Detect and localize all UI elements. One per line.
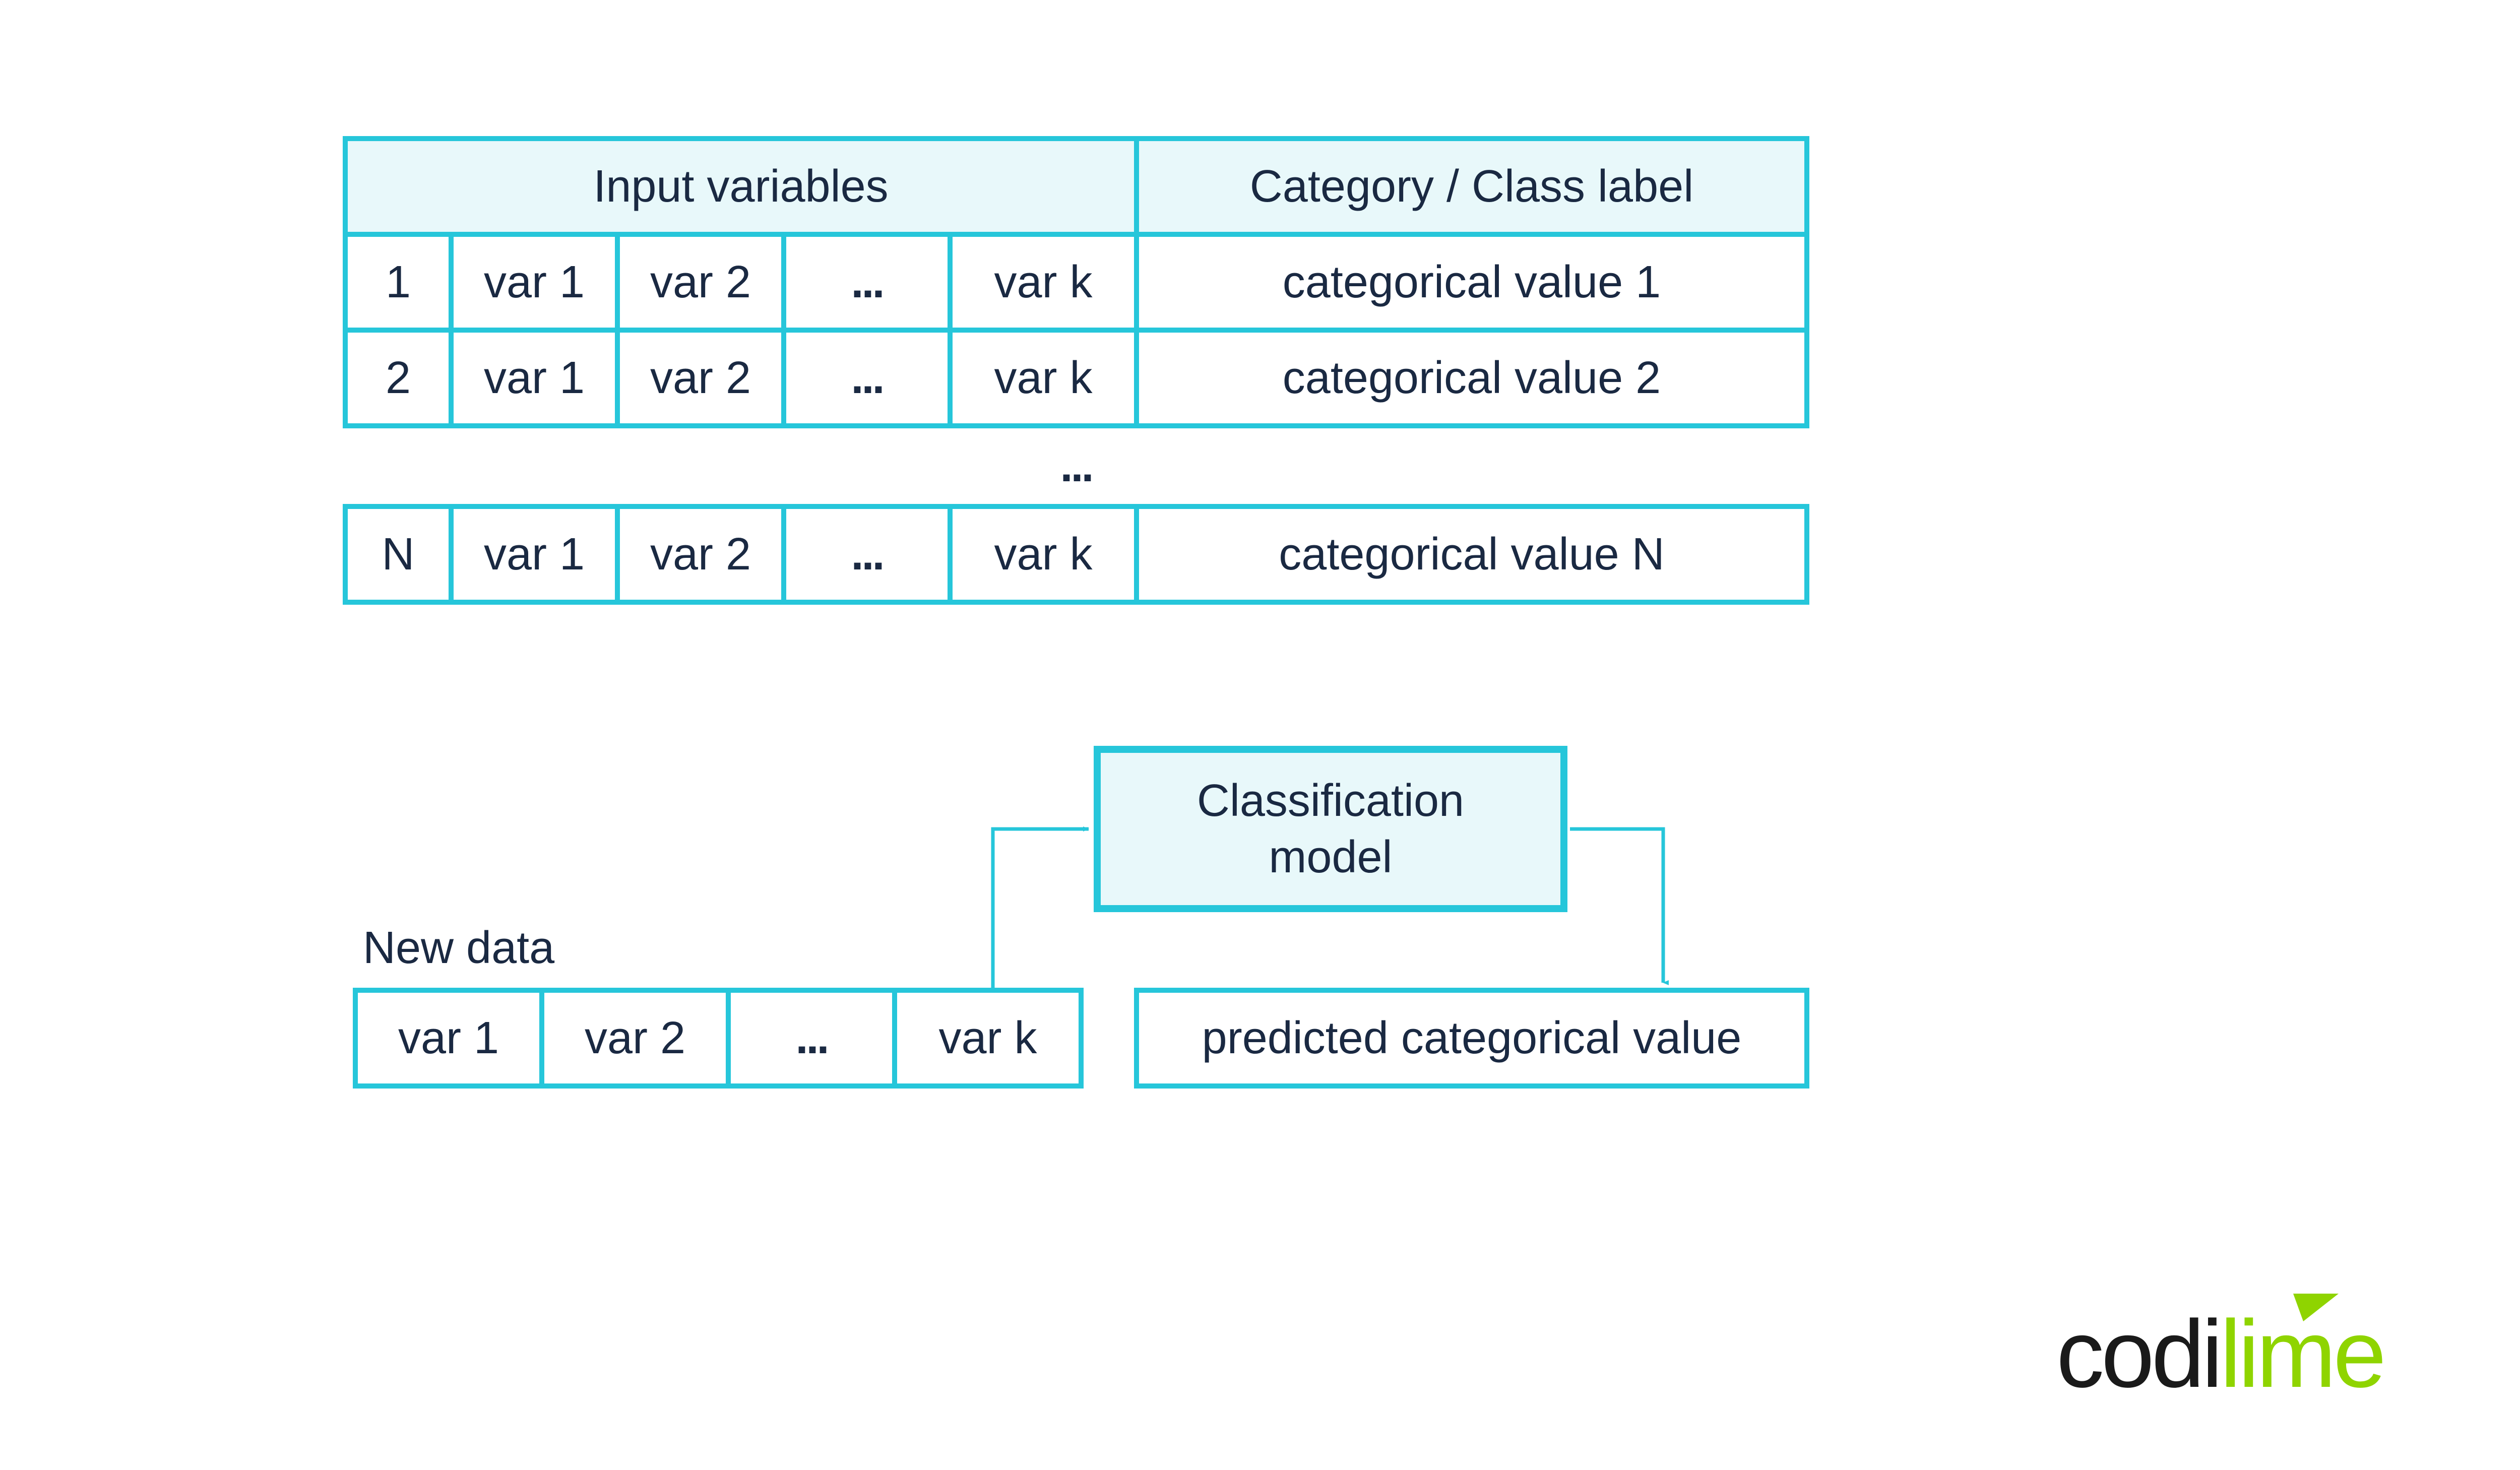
table-row: ... — [781, 232, 953, 333]
var-cell: var 2 — [650, 529, 751, 581]
table-row: var 2 — [615, 328, 786, 428]
var-cell: var k — [994, 257, 1092, 308]
table-row: var k — [948, 504, 1139, 605]
model-label-1: Classification — [1197, 773, 1464, 829]
table-row: var 1 — [449, 232, 620, 333]
codilime-logo-icon: codilime — [2056, 1286, 2460, 1417]
class-cell: categorical value N — [1279, 529, 1664, 581]
svg-text:codilime: codilime — [2056, 1301, 2383, 1408]
brand-logo: codilime — [2056, 1286, 2460, 1420]
var-cell: var k — [938, 1012, 1037, 1064]
model-label-2: model — [1197, 829, 1464, 886]
predicted-output-box: predicted categorical value — [1134, 988, 1809, 1089]
var-cell: var k — [994, 352, 1092, 404]
var-cell: var 2 — [585, 1012, 685, 1064]
arrow-model-to-output — [1562, 821, 1683, 993]
table-header-class: Category / Class label — [1134, 136, 1809, 237]
newdata-var-cell: var 2 — [539, 988, 731, 1089]
table-row: 1 — [343, 232, 454, 333]
class-cell: categorical value 2 — [1283, 352, 1661, 404]
var-cell: var 1 — [398, 1012, 499, 1064]
table-row: var 2 — [615, 504, 786, 605]
brand-part2: lime — [2220, 1301, 2383, 1408]
table-gap-ellipsis: ... — [343, 428, 1809, 504]
row-index: N — [382, 529, 415, 581]
table-row: categorical value N — [1134, 504, 1809, 605]
var-cell-ellipsis: ... — [851, 352, 883, 404]
var-cell: var 2 — [650, 257, 751, 308]
var-cell: var 1 — [484, 352, 585, 404]
newdata-var-cell: var k — [892, 988, 1084, 1089]
diagram-stage: Input variables Category / Class label 1… — [0, 0, 2520, 1470]
table-row: var 1 — [449, 504, 620, 605]
table-row: 2 — [343, 328, 454, 428]
new-data-heading: New data — [363, 922, 554, 974]
table-row: var k — [948, 328, 1139, 428]
var-cell-ellipsis: ... — [851, 529, 883, 581]
class-cell: categorical value 1 — [1283, 257, 1661, 308]
table-header-input: Input variables — [343, 136, 1139, 237]
table-row: var 2 — [615, 232, 786, 333]
var-cell: var 1 — [484, 529, 585, 581]
var-cell-ellipsis: ... — [851, 257, 883, 308]
table-header-class-label: Category / Class label — [1250, 161, 1693, 213]
var-cell: var k — [994, 529, 1092, 581]
classification-model-box: Classification model — [1094, 746, 1567, 912]
newdata-var-cell: ... — [726, 988, 897, 1089]
table-row: categorical value 2 — [1134, 328, 1809, 428]
predicted-output-label: predicted categorical value — [1202, 1012, 1742, 1064]
var-cell-ellipsis: ... — [795, 1012, 827, 1064]
table-row: var k — [948, 232, 1139, 333]
brand-part1: codi — [2056, 1301, 2220, 1408]
table-row: var 1 — [449, 328, 620, 428]
table-row: ... — [781, 504, 953, 605]
var-cell: var 1 — [484, 257, 585, 308]
new-data-text: New data — [363, 923, 554, 973]
table-row: ... — [781, 328, 953, 428]
newdata-var-cell: var 1 — [353, 988, 544, 1089]
table-row: N — [343, 504, 454, 605]
var-cell: var 2 — [650, 352, 751, 404]
table-row: categorical value 1 — [1134, 232, 1809, 333]
gap-dots: ... — [1060, 440, 1092, 492]
table-header-input-label: Input variables — [593, 161, 888, 213]
row-index: 2 — [386, 352, 411, 404]
row-index: 1 — [386, 257, 411, 308]
arrow-newdata-to-model — [988, 821, 1104, 993]
